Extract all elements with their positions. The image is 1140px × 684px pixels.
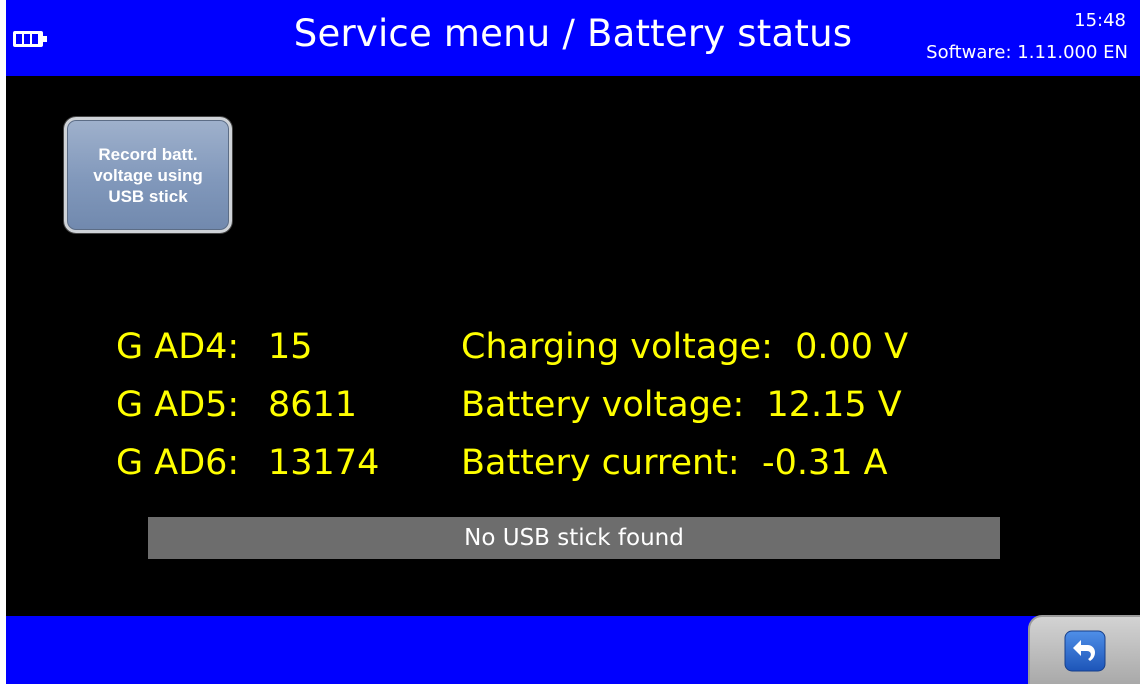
status-message: No USB stick found (148, 517, 1000, 559)
clock: 15:48 (1074, 10, 1126, 31)
reading-row: G AD6: 13174 Battery current: -0.31 A (6, 443, 1140, 501)
software-version: Software: 1.11.000 EN (926, 42, 1128, 63)
ad-label: G AD5: (116, 385, 240, 425)
ad-label: G AD4: (116, 327, 240, 367)
readings-panel: G AD4: 15 Charging voltage: 0.00 V G AD5… (6, 327, 1140, 507)
ad-value: 15 (268, 327, 313, 367)
header-bar: Service menu / Battery status 15:48 Soft… (6, 0, 1140, 76)
battery-voltage: Battery voltage: 12.15 V (461, 385, 902, 425)
ad-label: G AD6: (116, 443, 240, 483)
record-usb-button[interactable]: Record batt. voltage using USB stick (64, 117, 232, 233)
charging-voltage: Charging voltage: 0.00 V (461, 327, 909, 367)
reading-row: G AD5: 8611 Battery voltage: 12.15 V (6, 385, 1140, 443)
ad-value: 13174 (268, 443, 380, 483)
record-usb-button-label: Record batt. voltage using USB stick (93, 144, 203, 206)
footer-bar (6, 616, 1140, 684)
battery-current: Battery current: -0.31 A (461, 443, 888, 483)
ad-value: 8611 (268, 385, 358, 425)
reading-row: G AD4: 15 Charging voltage: 0.00 V (6, 327, 1140, 385)
screen: Service menu / Battery status 15:48 Soft… (6, 0, 1140, 684)
back-arrow-icon (1064, 630, 1106, 671)
back-button[interactable] (1028, 615, 1140, 684)
